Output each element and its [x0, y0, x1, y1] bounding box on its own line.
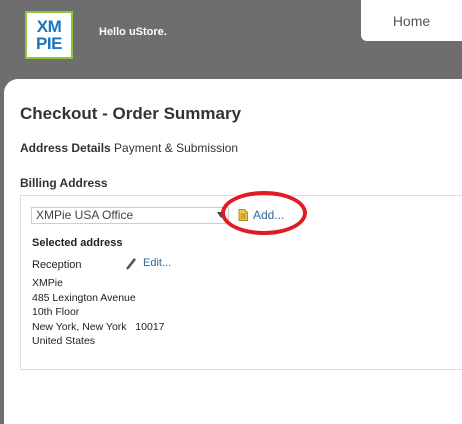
selected-address-label: Selected address [32, 237, 123, 249]
xmpie-logo[interactable]: XM PIE [25, 11, 73, 59]
home-tab[interactable]: Home [361, 0, 462, 41]
checkout-steps: Address Details Payment & Submission [20, 141, 238, 155]
pencil-icon [126, 258, 136, 270]
add-address-label: Add... [253, 208, 285, 222]
document-icon [238, 209, 248, 221]
add-address-link[interactable]: Add... [238, 208, 284, 222]
billing-address-heading: Billing Address [20, 176, 108, 190]
address-line: New York, New York 10017 [32, 320, 165, 333]
address-block: XMPie 485 Lexington Avenue 10th Floor Ne… [32, 276, 165, 349]
address-select-value: XMPie USA Office [36, 208, 134, 222]
header: XM PIE Hello uStore. Home [0, 0, 462, 88]
address-line: 485 Lexington Avenue [32, 291, 136, 304]
page-title: Checkout - Order Summary [20, 104, 242, 123]
greeting-text: Hello uStore. [99, 26, 167, 38]
logo-line-1: XM [36, 17, 62, 36]
address-line: XMPie [32, 277, 63, 289]
logo-line-2: PIE [36, 34, 62, 53]
billing-address-panel: XMPie USA Office Add... Selected address… [20, 191, 462, 370]
edit-address-link[interactable]: Edit... [124, 256, 171, 270]
step-payment-submission[interactable]: Payment & Submission [114, 141, 238, 155]
dropdown-arrow-icon[interactable] [217, 212, 225, 218]
address-select[interactable]: XMPie USA Office [31, 207, 229, 224]
edit-address-label: Edit... [143, 257, 172, 269]
address-line: United States [32, 335, 96, 347]
address-name: Reception [32, 259, 82, 271]
address-line: 10th Floor [32, 306, 80, 318]
step-address-details: Address Details [20, 141, 111, 155]
main-content: Checkout - Order Summary Address Details… [4, 79, 462, 424]
